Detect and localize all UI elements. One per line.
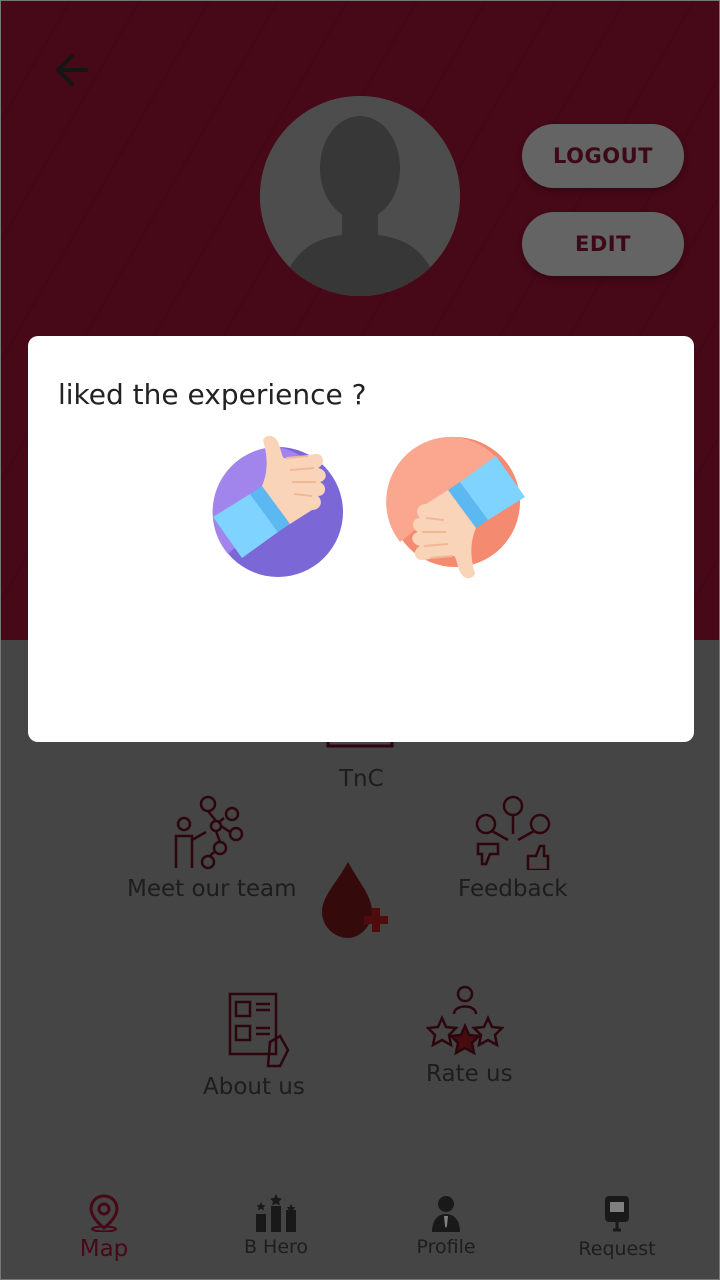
thumbs-up-icon[interactable]	[208, 432, 358, 582]
thumbs-down-icon[interactable]	[380, 432, 530, 582]
feedback-dialog: liked the experience ?	[28, 336, 694, 742]
profile-screen: LOGOUT EDIT TnC Meet our team	[0, 0, 720, 1280]
dialog-title: liked the experience ?	[58, 378, 367, 411]
